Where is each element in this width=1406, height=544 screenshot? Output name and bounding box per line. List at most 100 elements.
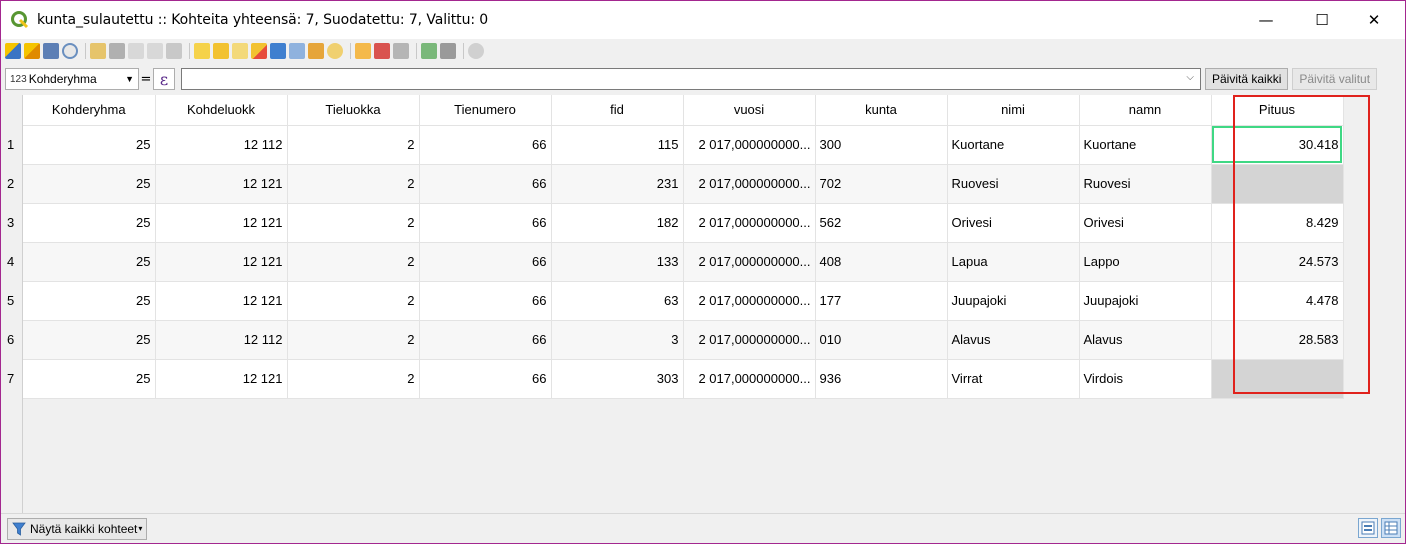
table-cell[interactable]: 12 121 [155,164,288,204]
table-cell[interactable]: Kuortane [1079,125,1212,165]
column-header[interactable]: fid [551,95,684,126]
table-row[interactable]: 25 12 121 2 66 182 2 017,000000000... 56… [23,203,1344,243]
table-cell[interactable]: Juupajoki [947,281,1080,321]
delete-field-icon[interactable] [374,43,390,59]
table-cell[interactable]: Lapua [947,242,1080,282]
column-header[interactable]: Kohdeluokk [155,95,288,126]
table-cell[interactable]: 2 [287,320,420,360]
table-cell[interactable]: 2 [287,281,420,321]
row-header[interactable]: 2 [2,164,22,203]
row-header[interactable]: 4 [2,242,22,281]
maximize-button[interactable]: ☐ [1299,1,1345,39]
table-cell[interactable]: Alavus [947,320,1080,360]
column-header[interactable]: Tienumero [419,95,552,126]
table-cell[interactable]: 936 [815,359,948,399]
table-cell[interactable]: Alavus [1079,320,1212,360]
table-cell[interactable]: 2 017,000000000... [683,359,816,399]
column-header[interactable]: kunta [815,95,948,126]
table-cell[interactable]: 2 017,000000000... [683,281,816,321]
row-header[interactable]: 3 [2,203,22,242]
table-row[interactable]: 25 12 121 2 66 303 2 017,000000000... 93… [23,359,1344,399]
table-cell-empty[interactable] [1211,359,1344,399]
table-cell[interactable]: Virrat [947,359,1080,399]
field-calculator-icon[interactable] [393,43,409,59]
table-cell[interactable]: 8.429 [1211,203,1344,243]
table-cell[interactable]: Ruovesi [947,164,1080,204]
table-cell[interactable]: 702 [815,164,948,204]
corner-header[interactable] [2,95,22,125]
table-cell[interactable]: 12 121 [155,203,288,243]
table-cell[interactable]: 25 [23,125,156,165]
conditional-formatting-icon[interactable] [421,43,437,59]
table-cell[interactable]: 2 [287,242,420,282]
add-feature-icon[interactable] [90,43,106,59]
new-field-icon[interactable] [355,43,371,59]
deselect-icon[interactable] [251,43,267,59]
reload-icon[interactable] [62,43,78,59]
table-row[interactable]: 25 12 121 2 66 63 2 017,000000000... 177… [23,281,1344,321]
zoom-to-selection-icon[interactable] [327,43,343,59]
row-header[interactable]: 7 [2,359,22,398]
row-header[interactable]: 1 [2,125,22,164]
table-cell[interactable]: Virdois [1079,359,1212,399]
table-cell[interactable]: Lappo [1079,242,1212,282]
chevron-down-icon[interactable]: ⌵ [1186,72,1194,83]
table-cell[interactable]: 2 [287,203,420,243]
table-cell[interactable]: 3 [551,320,684,360]
pencil-icon[interactable] [5,43,21,59]
table-cell[interactable]: 66 [419,203,552,243]
table-cell[interactable]: 4.478 [1211,281,1344,321]
table-cell[interactable]: 66 [419,242,552,282]
update-all-button[interactable]: Päivitä kaikki [1205,68,1289,90]
table-cell[interactable]: 12 121 [155,359,288,399]
table-cell[interactable]: 2 [287,125,420,165]
table-cell[interactable]: 12 112 [155,125,288,165]
column-header[interactable]: Kohderyhma [23,95,156,126]
table-cell[interactable]: 66 [419,359,552,399]
expression-input[interactable]: ⌵ [181,68,1201,90]
table-cell[interactable]: 562 [815,203,948,243]
table-row[interactable]: 25 12 112 2 66 3 2 017,000000000... 010 … [23,320,1344,360]
move-selection-top-icon[interactable] [289,43,305,59]
table-cell[interactable]: 2 017,000000000... [683,320,816,360]
table-cell[interactable]: 66 [419,281,552,321]
table-cell[interactable]: 2 [287,164,420,204]
multi-edit-icon[interactable] [24,43,40,59]
table-cell[interactable]: 2 [287,359,420,399]
column-header[interactable]: nimi [947,95,1080,126]
table-cell[interactable]: 12 121 [155,242,288,282]
cut-icon[interactable] [128,43,144,59]
column-header[interactable]: Tieluokka [287,95,420,126]
table-cell-selected[interactable]: 30.418 [1211,125,1344,165]
table-cell[interactable]: 25 [23,359,156,399]
table-cell[interactable]: 25 [23,203,156,243]
table-cell[interactable]: 66 [419,125,552,165]
column-header[interactable]: Pituus [1211,95,1344,126]
form-view-button[interactable] [1358,518,1378,538]
table-cell[interactable]: 24.573 [1211,242,1344,282]
column-header[interactable]: vuosi [683,95,816,126]
table-cell[interactable]: Orivesi [1079,203,1212,243]
table-cell[interactable]: Orivesi [947,203,1080,243]
table-cell[interactable]: 12 112 [155,320,288,360]
delete-icon[interactable] [109,43,125,59]
table-view-button[interactable] [1381,518,1401,538]
table-cell[interactable]: 2 017,000000000... [683,203,816,243]
expression-select-icon[interactable] [194,43,210,59]
table-cell[interactable]: 2 017,000000000... [683,164,816,204]
table-cell[interactable]: 25 [23,164,156,204]
table-cell[interactable]: 66 [419,164,552,204]
column-header[interactable]: namn [1079,95,1212,126]
minimize-button[interactable]: — [1243,1,1289,39]
show-all-features-button[interactable]: Näytä kaikki kohteet ▾ [7,517,148,540]
table-cell[interactable]: 25 [23,242,156,282]
pan-to-selection-icon[interactable] [308,43,324,59]
save-icon[interactable] [43,43,59,59]
table-row[interactable]: 25 12 121 2 66 133 2 017,000000000... 40… [23,242,1344,282]
title-bar[interactable]: kunta_sulautettu :: Kohteita yhteensä: 7… [1,1,1405,39]
table-cell[interactable]: 28.583 [1211,320,1344,360]
row-header[interactable]: 6 [2,320,22,359]
table-cell[interactable]: 177 [815,281,948,321]
table-cell[interactable]: 303 [551,359,684,399]
select-all-icon[interactable] [213,43,229,59]
